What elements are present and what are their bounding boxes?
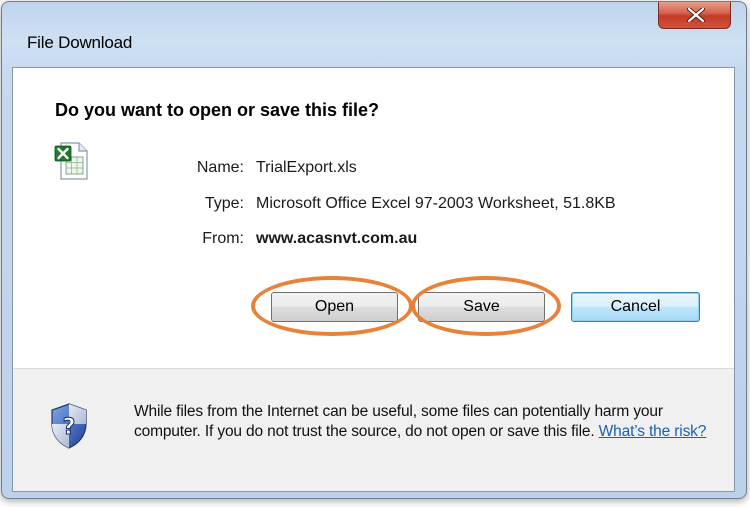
close-icon [687, 8, 705, 22]
file-source-value: www.acasnvt.com.au [256, 230, 418, 247]
security-warning-text: While files from the Internet can be use… [134, 402, 724, 442]
excel-file-icon [54, 142, 88, 180]
prompt-question: Do you want to open or save this file? [55, 100, 380, 120]
from-label: From: [202, 230, 244, 247]
security-warning-panel: ? While files from the Internet can be u… [13, 368, 734, 491]
dialog-content: Do you want to open or save this file? N… [12, 67, 735, 492]
title-bar[interactable]: File Download [2, 2, 746, 52]
security-shield-icon: ? [51, 403, 87, 449]
close-button[interactable] [658, 2, 731, 29]
file-type-value: Microsoft Office Excel 97-2003 Worksheet… [256, 195, 616, 212]
warning-message: While files from the Internet can be use… [134, 403, 663, 440]
save-button[interactable]: Save [418, 292, 545, 322]
open-button[interactable]: Open [271, 292, 398, 322]
file-name-value: TrialExport.xls [256, 159, 357, 176]
window-title: File Download [27, 33, 133, 52]
type-label: Type: [204, 195, 244, 212]
name-label: Name: [196, 159, 244, 176]
file-download-dialog: File Download Do you want to open or sav… [1, 1, 747, 499]
cancel-button[interactable]: Cancel [571, 292, 700, 322]
whats-the-risk-link[interactable]: What’s the risk? [599, 423, 707, 440]
file-info-panel: Do you want to open or save this file? N… [13, 68, 734, 368]
svg-text:?: ? [63, 415, 76, 440]
